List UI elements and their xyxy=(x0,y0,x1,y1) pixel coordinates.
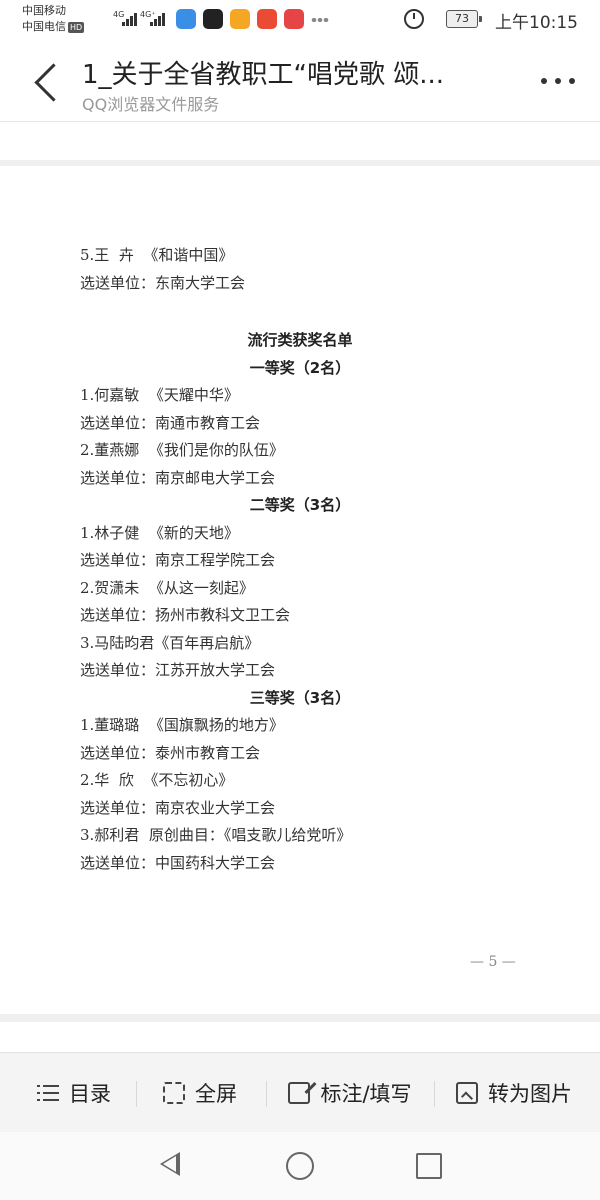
signal-bars-icon xyxy=(150,12,168,26)
more-dots-icon xyxy=(569,78,575,84)
document-line: 选送单位：江苏开放大学工会 xyxy=(80,661,276,679)
recent-square-icon[interactable] xyxy=(416,1153,442,1179)
clock: 上午10:15 xyxy=(495,13,578,33)
convert-to-image-button[interactable]: 转为图片 xyxy=(438,1053,590,1133)
battery-icon: 73 xyxy=(446,10,482,28)
browser-icon xyxy=(176,9,196,29)
toc-button[interactable]: 目录 xyxy=(14,1053,134,1133)
back-button[interactable] xyxy=(30,60,66,104)
shopping-icon xyxy=(230,9,250,29)
document-line: 3.郝利君 原创曲目：《唱支歌儿给党听》 xyxy=(80,826,352,844)
award-heading: 三等奖（3名） xyxy=(249,689,351,707)
list-icon xyxy=(37,1082,59,1104)
alipay-icon xyxy=(257,9,277,29)
document-line: 2.华 欣 《不忘初心》 xyxy=(80,771,234,789)
document-line: 1.林子健 《新的天地》 xyxy=(80,524,239,542)
document-line: 2.贺潇未 《从这一刻起》 xyxy=(80,579,254,597)
convert-to-image-label: 转为图片 xyxy=(488,1082,572,1106)
award-heading: 流行类获奖名单 xyxy=(247,331,353,349)
document-line: 选送单位：泰州市教育工会 xyxy=(80,744,261,762)
fullscreen-label: 全屏 xyxy=(195,1082,237,1106)
award-heading: 一等奖（2名） xyxy=(249,359,351,377)
carrier-primary: 中国移动 xyxy=(22,4,66,17)
toolbar-divider xyxy=(434,1081,435,1107)
toolbar-divider xyxy=(266,1081,267,1107)
page-number: — 5 — xyxy=(470,954,516,970)
carrier-secondary-label: 中国电信 xyxy=(22,20,66,33)
document-page[interactable]: — 5 — 5.王 卉 《和谐中国》 选送单位：东南大学工会流行类获奖名单 一等奖（… xyxy=(0,166,600,1014)
document-line: 2.董燕娜 《我们是你的队伍》 xyxy=(80,441,284,459)
back-triangle-icon[interactable] xyxy=(160,1152,180,1176)
fullscreen-icon xyxy=(163,1082,185,1104)
document-line: 选送单位：南京农业大学工会 xyxy=(80,799,276,817)
message-icon xyxy=(284,9,304,29)
document-line: 5.王 卉 《和谐中国》 xyxy=(80,246,234,264)
edit-icon xyxy=(288,1082,311,1104)
more-dots-icon xyxy=(541,78,547,84)
document-line: 3.马陆昀君《百年再启航》 xyxy=(80,634,260,652)
more-icon xyxy=(311,18,329,22)
document-line: 1.董璐璐 《国旗飘扬的地方》 xyxy=(80,716,284,734)
document-line: 选送单位：东南大学工会 xyxy=(80,274,246,292)
document-line: 选送单位：南京工程学院工会 xyxy=(80,551,276,569)
bottom-toolbar: 目录 全屏 标注/填写 转为图片 xyxy=(0,1052,600,1133)
document-line: 选送单位：扬州市教科文卫工会 xyxy=(80,606,291,624)
annotate-button[interactable]: 标注/填写 xyxy=(270,1053,430,1133)
page-gap xyxy=(0,1014,600,1022)
document-line: 1.何嘉敏 《天耀中华》 xyxy=(80,386,239,404)
home-circle-icon[interactable] xyxy=(286,1152,314,1180)
document-title: 1_关于全省教职工“唱党歌 颂... xyxy=(82,60,445,90)
toolbar-divider xyxy=(136,1081,137,1107)
document-source: QQ浏览器文件服务 xyxy=(82,95,220,114)
more-menu-button[interactable] xyxy=(538,74,578,88)
carrier-secondary: 中国电信 HD xyxy=(22,20,85,33)
signal-bars-icon xyxy=(122,12,140,26)
fullscreen-button[interactable]: 全屏 xyxy=(140,1053,260,1133)
document-line: 选送单位：南通市教育工会 xyxy=(80,414,261,432)
toc-label: 目录 xyxy=(69,1082,111,1106)
image-convert-icon xyxy=(456,1082,478,1104)
document-line: 选送单位：南京邮电大学工会 xyxy=(80,469,276,487)
award-heading: 二等奖（3名） xyxy=(249,496,351,514)
qq-icon xyxy=(203,9,223,29)
hd-badge: HD xyxy=(68,21,85,33)
document-line: 选送单位：中国药科大学工会 xyxy=(80,854,276,872)
system-nav-bar xyxy=(0,1132,600,1200)
header: 1_关于全省教职工“唱党歌 颂... QQ浏览器文件服务 xyxy=(0,40,600,122)
status-bar: 中国移动 中国电信 HD 4G 4G⁺ 73 上午10:15 xyxy=(0,0,600,40)
more-dots-icon xyxy=(555,78,561,84)
alarm-icon xyxy=(404,9,424,29)
annotate-label: 标注/填写 xyxy=(320,1082,412,1106)
header-divider xyxy=(0,121,600,122)
